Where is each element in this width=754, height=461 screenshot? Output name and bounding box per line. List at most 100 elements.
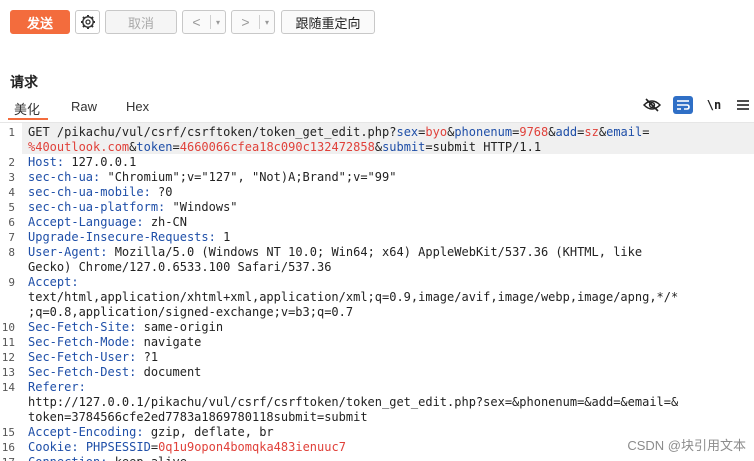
settings-button[interactable]	[75, 10, 100, 34]
code-token: &	[374, 140, 383, 154]
eye-off-icon[interactable]	[642, 96, 662, 114]
line-number: 12	[1, 351, 15, 364]
code-token: document	[136, 365, 202, 379]
tab-pretty[interactable]: 美化	[14, 99, 40, 118]
line-number: 2	[8, 156, 15, 169]
code-token: Host:	[28, 155, 65, 169]
code-token: 4660066cfea18c090c132472858	[179, 140, 375, 154]
back-arrow-icon: <	[192, 14, 201, 30]
line-number: 15	[1, 426, 15, 439]
code-token: Cookie:	[28, 440, 79, 454]
toolbar: 发送 取消 < ▾ > ▾ 跟随重定向	[0, 0, 754, 44]
code-token: HTTP/1.1	[476, 140, 542, 154]
code-token: 127.0.0.1	[64, 155, 137, 169]
code-token: email	[606, 125, 643, 139]
menu-icon[interactable]	[733, 96, 753, 114]
code-token: Sec-Fetch-Site:	[28, 320, 137, 334]
code-token: =	[150, 440, 159, 454]
code-token: "Chromium";v="127", "Not)A;Brand";v="99"	[100, 170, 397, 184]
code-token: PHPSESSID	[85, 440, 151, 454]
cancel-button[interactable]: 取消	[105, 10, 177, 34]
code-token: Referer:	[28, 380, 86, 394]
line-number: 16	[1, 441, 15, 454]
code-token: 9768	[519, 125, 549, 139]
code-line: Accept-Language: zh-CN	[28, 215, 187, 230]
code-token: =	[172, 140, 180, 154]
code-line: Sec-Fetch-Dest: document	[28, 365, 201, 380]
code-token: submit	[432, 140, 477, 154]
code-token: sex	[396, 125, 419, 139]
code-line: Sec-Fetch-Mode: navigate	[28, 335, 201, 350]
wrap-icon[interactable]	[673, 96, 693, 114]
line-number: 1	[8, 126, 15, 139]
active-tab-indicator	[8, 118, 48, 120]
code-token: Accept:	[28, 275, 79, 289]
back-dropdown-icon[interactable]: ▾	[210, 15, 225, 29]
code-token: Accept-Language:	[28, 215, 144, 229]
code-token: http://127.0.0.1/pikachu/vul/csrf/csrfto…	[28, 395, 679, 409]
code-line: %40outlook.com&token=4660066cfea18c090c1…	[28, 140, 541, 155]
code-token: ;q=0.8,application/signed-exchange;v=b3;…	[28, 305, 354, 319]
code-token: =	[425, 140, 433, 154]
request-editor[interactable]: 1234567891011121314151617 GET /pikachu/v…	[0, 122, 754, 461]
code-line: ;q=0.8,application/signed-exchange;v=b3;…	[28, 305, 353, 320]
code-token: keep-alive	[107, 455, 187, 461]
code-line: text/html,application/xhtml+xml,applicat…	[28, 290, 678, 305]
code-token: same-origin	[136, 320, 224, 334]
line-number: 14	[1, 381, 15, 394]
forward-dropdown-icon[interactable]: ▾	[259, 15, 274, 29]
code-line: Referer:	[28, 380, 86, 395]
code-token: Upgrade-Insecure-Requests:	[28, 230, 216, 244]
code-line: Upgrade-Insecure-Requests: 1	[28, 230, 230, 245]
follow-redirect-button[interactable]: 跟随重定向	[281, 10, 375, 34]
code-token: zh-CN	[143, 215, 187, 229]
line-number: 5	[8, 201, 15, 214]
code-token: text/html,application/xhtml+xml,applicat…	[28, 290, 679, 304]
forward-arrow-icon: >	[241, 14, 250, 30]
code-line: Host: 127.0.0.1	[28, 155, 136, 170]
code-token: byo	[425, 125, 448, 139]
code-line: token=3784566cfe2ed7783a1869780118submit…	[28, 410, 368, 425]
code-token: token	[136, 140, 173, 154]
forward-button[interactable]: > ▾	[231, 10, 275, 34]
line-number: 8	[8, 246, 15, 259]
code-line: http://127.0.0.1/pikachu/vul/csrf/csrfto…	[28, 395, 678, 410]
line-number: 11	[1, 336, 15, 349]
code-token: "Windows"	[165, 200, 238, 214]
line-number: 6	[8, 216, 15, 229]
send-button[interactable]: 发送	[10, 10, 70, 34]
code-token: Accept-Encoding:	[28, 425, 144, 439]
line-number: 10	[1, 321, 15, 334]
back-button[interactable]: < ▾	[182, 10, 226, 34]
tab-hex[interactable]: Hex	[126, 99, 149, 114]
line-number: 9	[8, 276, 15, 289]
code-token: sec-ch-ua-mobile:	[28, 185, 151, 199]
code-token: add	[555, 125, 578, 139]
code-token: 0q1u9opon4bomqka483ienuuc7	[158, 440, 346, 454]
code-token: sec-ch-ua:	[28, 170, 101, 184]
code-token: Gecko) Chrome/127.0.6533.100 Safari/537.…	[28, 260, 332, 274]
code-token: %40outlook.com	[28, 140, 130, 154]
code-token: &	[598, 125, 607, 139]
request-title: 请求	[10, 74, 38, 90]
code-line: GET /pikachu/vul/csrf/csrftoken/token_ge…	[28, 125, 649, 140]
line-number: 17	[0, 455, 15, 461]
tab-raw[interactable]: Raw	[71, 99, 97, 114]
code-token: sec-ch-ua-platform:	[28, 200, 166, 214]
code-token: Connection:	[28, 455, 107, 461]
code-token: 1	[215, 230, 231, 244]
code-line: User-Agent: Mozilla/5.0 (Windows NT 10.0…	[28, 245, 642, 260]
code-token: =	[642, 125, 650, 139]
code-token: ?0	[150, 185, 173, 199]
code-token: Sec-Fetch-User:	[28, 350, 137, 364]
code-token: Sec-Fetch-Dest:	[28, 365, 137, 379]
newline-icon[interactable]: \n	[704, 96, 724, 114]
watermark: CSDN @块引用文本	[627, 438, 746, 453]
code-line: sec-ch-ua-platform: "Windows"	[28, 200, 238, 215]
code-line: Sec-Fetch-Site: same-origin	[28, 320, 223, 335]
code-token: submit	[382, 140, 426, 154]
line-number-gutter: 1234567891011121314151617	[0, 123, 22, 461]
gear-icon	[80, 14, 96, 30]
line-number: 3	[8, 171, 15, 184]
